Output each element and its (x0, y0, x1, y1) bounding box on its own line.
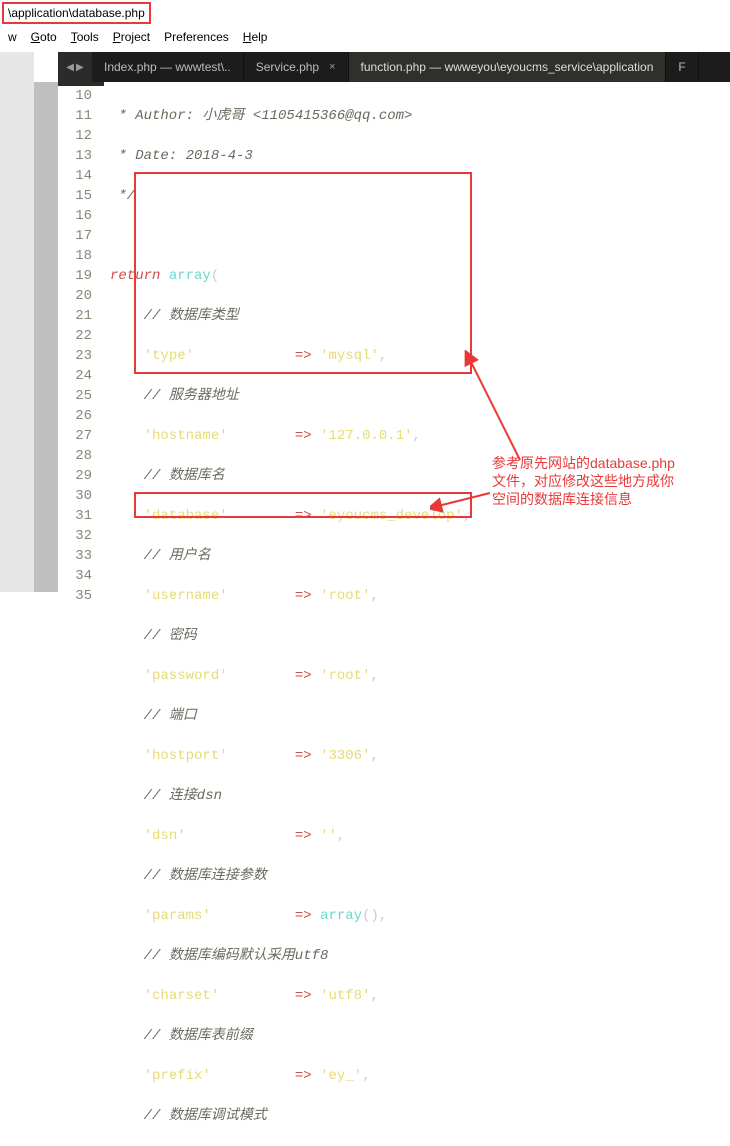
line-number: 26 (58, 406, 92, 426)
code-line: // 数据库调试模式 (110, 1106, 730, 1126)
line-number: 24 (58, 366, 92, 386)
line-number: 25 (58, 386, 92, 406)
menu-item-tools[interactable]: Tools (71, 30, 99, 44)
menu-item-help[interactable]: Help (243, 30, 268, 44)
sidebar (0, 52, 34, 592)
line-number: 11 (58, 106, 92, 126)
code-line: 'dsn' => '', (110, 826, 730, 846)
tab-arrow-left-icon: ◀ (66, 62, 74, 73)
line-gutter: 1011121314151617181920212223242526272829… (58, 82, 104, 86)
file-path-bar: \application\database.php (2, 2, 151, 24)
code-line: // 数据库连接参数 (110, 866, 730, 886)
line-number: 20 (58, 286, 92, 306)
menu-bar: w Goto Tools Project Preferences Help (0, 24, 730, 48)
line-number: 18 (58, 246, 92, 266)
line-number: 17 (58, 226, 92, 246)
tab-label: F (678, 60, 685, 74)
code-line: 'params' => array(), (110, 906, 730, 926)
code-line: // 端口 (110, 706, 730, 726)
tab-label: function.php — wwweyou\eyoucms_service\a… (361, 60, 654, 74)
code-line: // 数据库编码默认采用utf8 (110, 946, 730, 966)
line-number: 21 (58, 306, 92, 326)
line-number: 22 (58, 326, 92, 346)
line-number: 28 (58, 446, 92, 466)
tab-label: Service.php (256, 60, 319, 74)
code-line: 'password' => 'root', (110, 666, 730, 686)
line-number: 34 (58, 566, 92, 586)
annotation-line: 参考原先网站的database.php (492, 454, 722, 472)
line-number: 31 (58, 506, 92, 526)
close-icon[interactable]: × (329, 61, 335, 73)
menu-item-preferences[interactable]: Preferences (164, 30, 229, 44)
line-number: 13 (58, 146, 92, 166)
menu-item-goto[interactable]: Goto (31, 30, 57, 44)
annotation-line: 空间的数据库连接信息 (492, 490, 722, 508)
code-line: return array( (110, 266, 730, 286)
menu-item-w[interactable]: w (8, 30, 17, 44)
line-number: 27 (58, 426, 92, 446)
line-number: 10 (58, 86, 92, 106)
tab-service[interactable]: Service.php × (244, 52, 349, 82)
code-line: * Date: 2018-4-3 (110, 146, 730, 166)
code-line: 'database' => 'eyoucms_develop', (110, 506, 730, 526)
line-number: 19 (58, 266, 92, 286)
line-number: 15 (58, 186, 92, 206)
line-number: 29 (58, 466, 92, 486)
code-line: // 数据库类型 (110, 306, 730, 326)
tab-arrow-right-icon: ▶ (76, 62, 84, 73)
tab-function[interactable]: function.php — wwweyou\eyoucms_service\a… (349, 52, 667, 82)
line-number: 12 (58, 126, 92, 146)
line-number: 23 (58, 346, 92, 366)
code-line: 'charset' => 'utf8', (110, 986, 730, 1006)
code-line: // 服务器地址 (110, 386, 730, 406)
tab-f[interactable]: F (666, 52, 698, 82)
code-line: 'type' => 'mysql', (110, 346, 730, 366)
code-line: 'username' => 'root', (110, 586, 730, 606)
menu-item-project[interactable]: Project (113, 30, 150, 44)
code-line: 'hostport' => '3306', (110, 746, 730, 766)
line-number: 35 (58, 586, 92, 606)
code-line: // 用户名 (110, 546, 730, 566)
code-line: // 密码 (110, 626, 730, 646)
code-line: */ (110, 186, 730, 206)
line-number: 32 (58, 526, 92, 546)
code-line: 'prefix' => 'ey_', (110, 1066, 730, 1086)
code-line: 'hostname' => '127.0.0.1', (110, 426, 730, 446)
code-line: // 连接dsn (110, 786, 730, 806)
code-line: // 数据库表前缀 (110, 1026, 730, 1046)
annotation-line: 文件，对应修改这些地方成你 (492, 472, 722, 490)
line-number: 30 (58, 486, 92, 506)
tab-row: ◀ ▶ Index.php — wwwtest\.. Service.php× … (58, 52, 730, 82)
line-number: 33 (58, 546, 92, 566)
line-number: 14 (58, 166, 92, 186)
minimap-strip[interactable] (34, 82, 58, 592)
code-content[interactable]: * Author: 小虎哥 <1105415366@qq.com> * Date… (104, 82, 730, 86)
tab-nav-arrows[interactable]: ◀ ▶ (58, 52, 92, 82)
tab-index[interactable]: Index.php — wwwtest\.. (92, 52, 244, 82)
code-line: * Author: 小虎哥 <1105415366@qq.com> (110, 106, 730, 126)
code-line (110, 226, 730, 246)
tab-label: Index.php — wwwtest\.. (104, 60, 231, 74)
line-number: 16 (58, 206, 92, 226)
annotation-text: 参考原先网站的database.php 文件，对应修改这些地方成你 空间的数据库… (492, 454, 722, 508)
